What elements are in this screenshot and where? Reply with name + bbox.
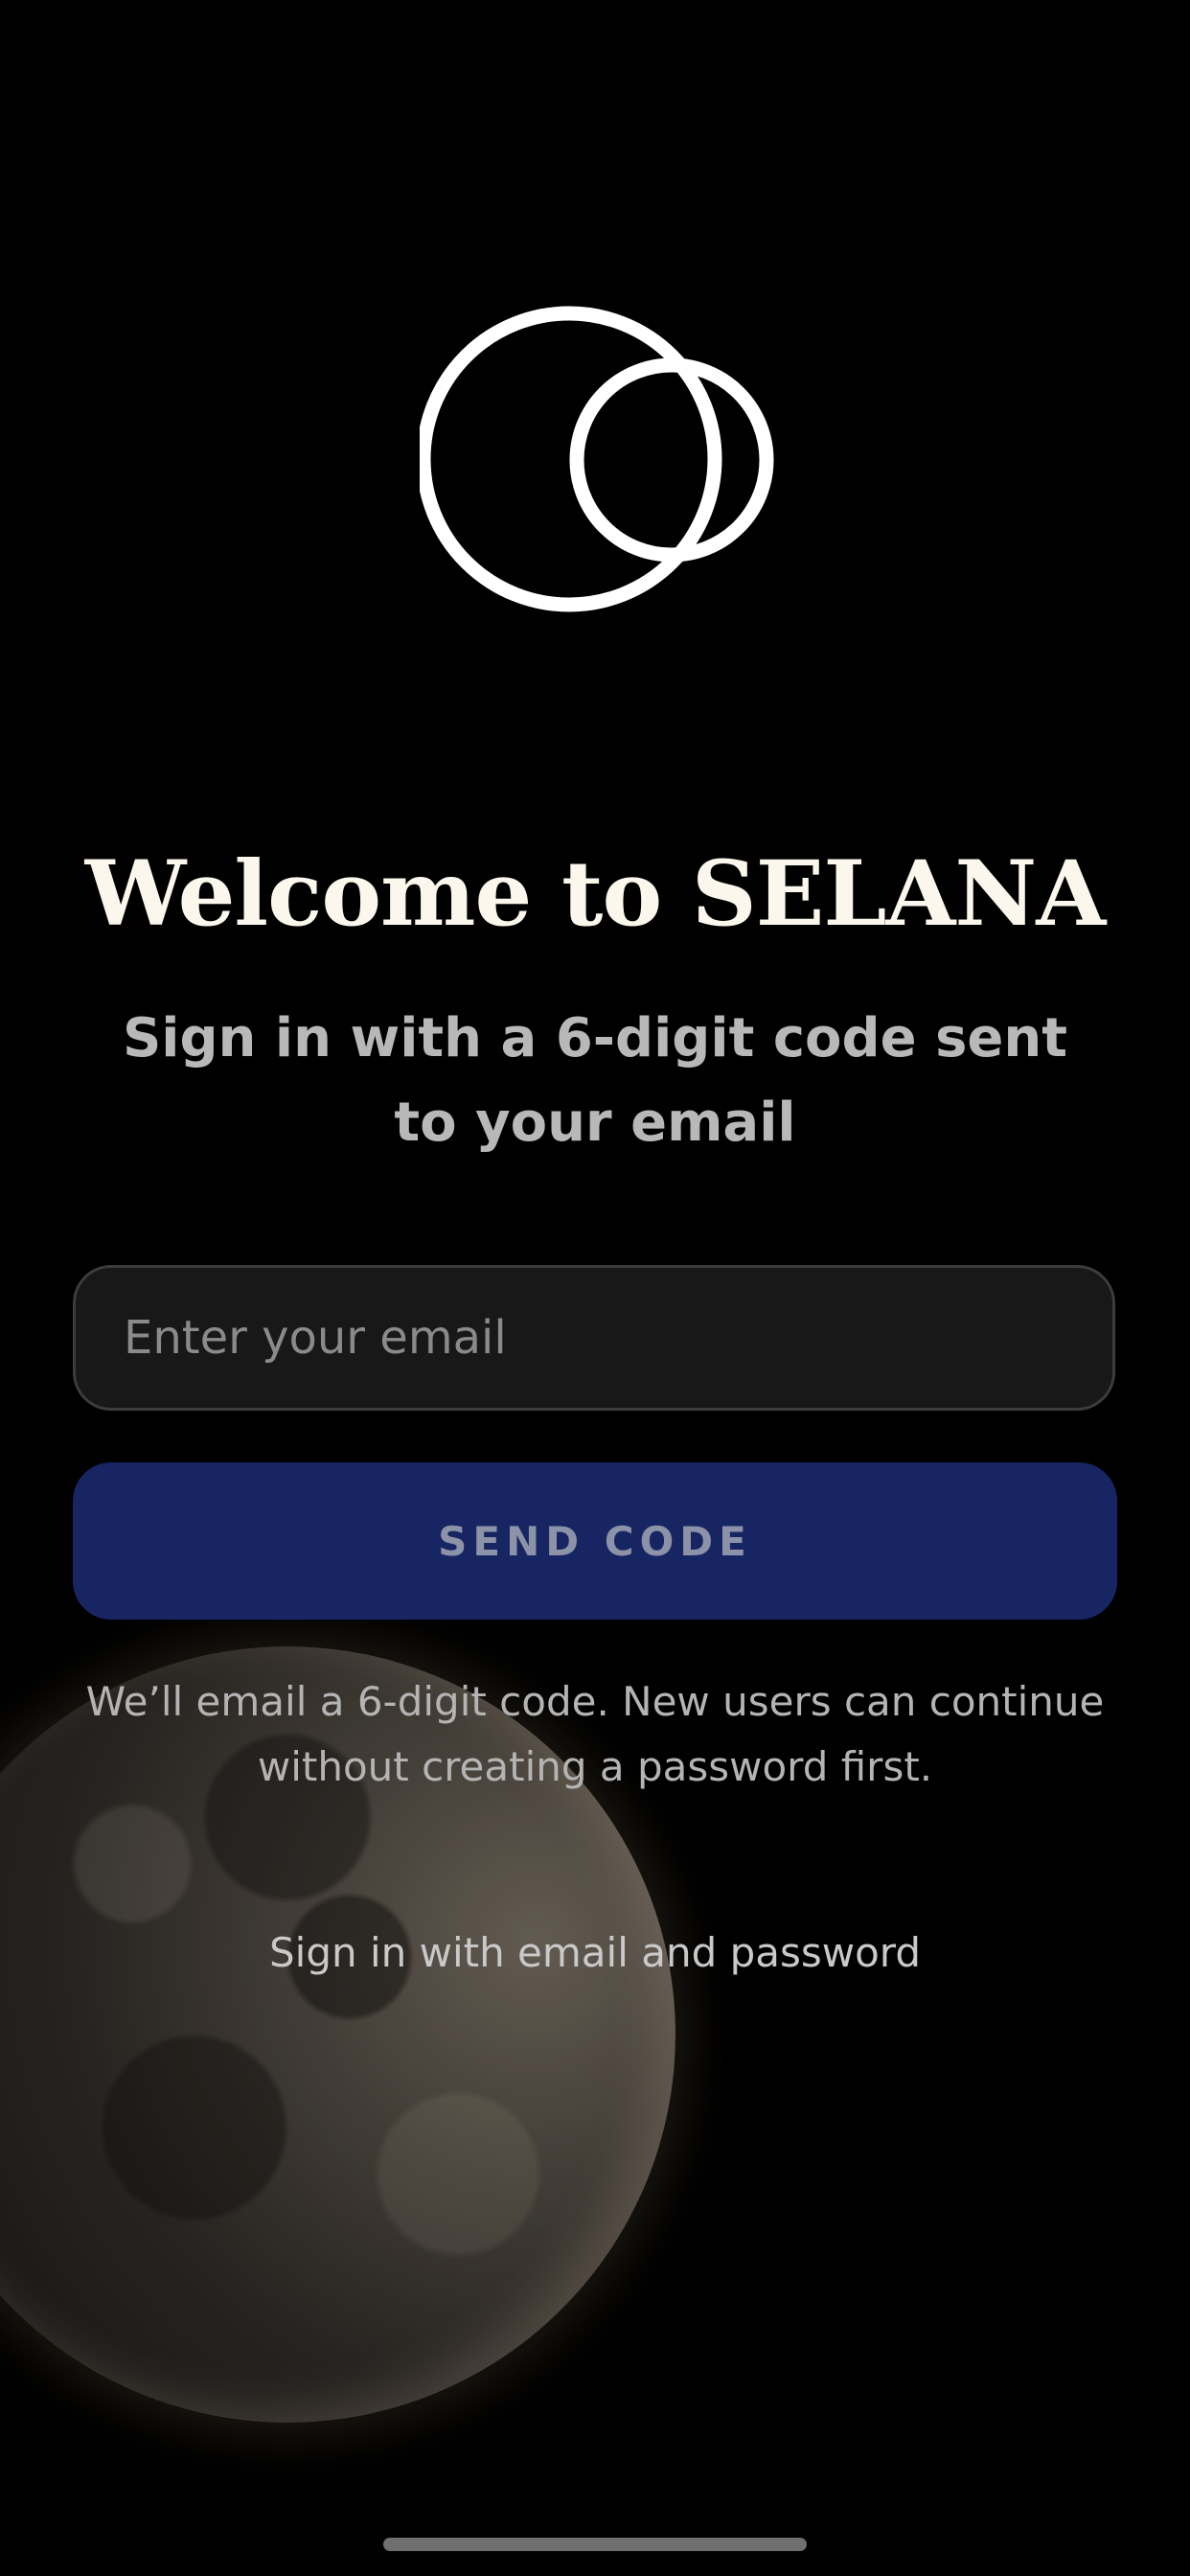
- password-sign-in-link[interactable]: Sign in with email and password: [0, 1924, 1190, 1982]
- selana-logo-icon: [420, 306, 774, 612]
- sign-in-screen: Welcome to SELANA Sign in with a 6-digit…: [0, 0, 1190, 2576]
- send-code-button[interactable]: SEND CODE: [73, 1462, 1117, 1620]
- page-title: Welcome to SELANA: [84, 841, 1107, 947]
- page-subtitle: Sign in with a 6-digit code sent to your…: [122, 1007, 1068, 1154]
- helper-text: We’ll email a 6-digit code. New users ca…: [85, 1678, 1105, 1790]
- home-indicator: [383, 2538, 807, 2551]
- email-input[interactable]: [73, 1265, 1115, 1411]
